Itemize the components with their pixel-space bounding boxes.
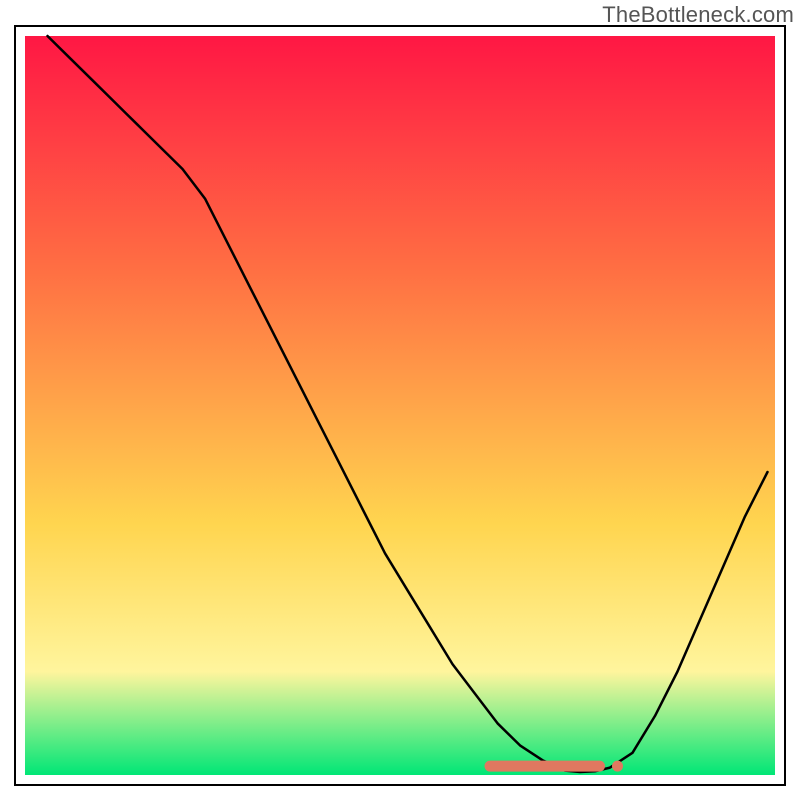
watermark-text: TheBottleneck.com: [602, 2, 794, 28]
minimum-marker-band: [490, 761, 623, 772]
plot-gradient-background: [25, 36, 775, 775]
bottleneck-chart: [0, 0, 800, 800]
chart-stage: TheBottleneck.com: [0, 0, 800, 800]
